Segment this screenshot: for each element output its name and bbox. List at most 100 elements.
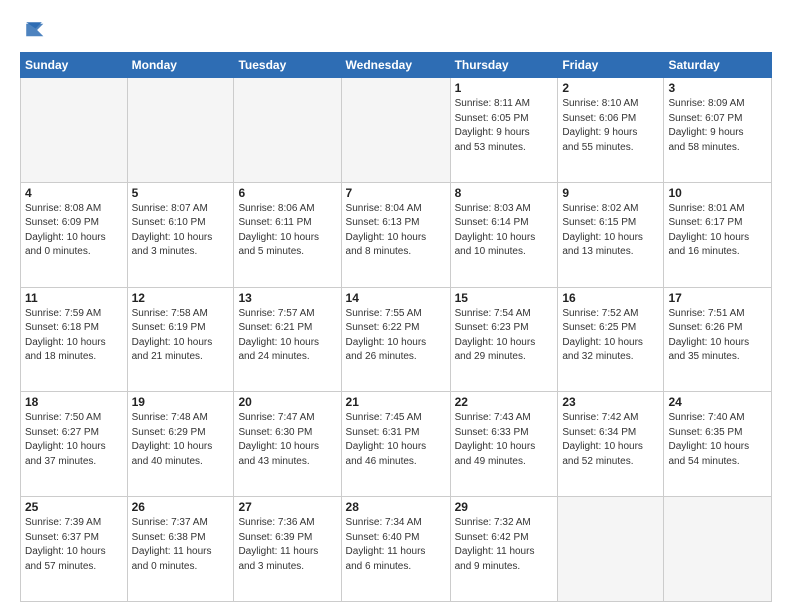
weekday-header-tuesday: Tuesday xyxy=(234,53,341,78)
day-info: Sunrise: 7:45 AMSunset: 6:31 PMDaylight:… xyxy=(346,411,446,469)
day-info: Sunrise: 8:04 AMSunset: 6:13 PMDaylight:… xyxy=(346,202,446,260)
day-info: Sunrise: 7:39 AMSunset: 6:37 PMDaylight:… xyxy=(25,516,123,574)
header xyxy=(20,16,772,44)
day-info: Sunrise: 7:50 AMSunset: 6:27 PMDaylight:… xyxy=(25,411,123,469)
day-number: 20 xyxy=(238,395,336,409)
day-info: Sunrise: 7:42 AMSunset: 6:34 PMDaylight:… xyxy=(562,411,659,469)
calendar-cell: 9 Sunrise: 8:02 AMSunset: 6:15 PMDaylight… xyxy=(558,182,664,287)
calendar-table: SundayMondayTuesdayWednesdayThursdayFrid… xyxy=(20,52,772,602)
calendar-cell: 13 Sunrise: 7:57 AMSunset: 6:21 PMDayligh… xyxy=(234,287,341,392)
calendar-cell: 20 Sunrise: 7:47 AMSunset: 6:30 PMDayligh… xyxy=(234,392,341,497)
day-number: 17 xyxy=(668,291,767,305)
day-info: Sunrise: 7:59 AMSunset: 6:18 PMDaylight:… xyxy=(25,307,123,365)
day-number: 7 xyxy=(346,186,446,200)
calendar-cell: 5Sunrise: 8:07 AMSunset: 6:10 PMDaylight… xyxy=(127,182,234,287)
weekday-header-wednesday: Wednesday xyxy=(341,53,450,78)
week-row-2: 4 Sunrise: 8:08 AMSunset: 6:09 PMDaylight… xyxy=(21,182,772,287)
day-info: Sunrise: 7:52 AMSunset: 6:25 PMDaylight:… xyxy=(562,307,659,365)
day-info: Sunrise: 7:58 AMSunset: 6:19 PMDaylight:… xyxy=(132,307,230,365)
calendar-cell: 21 Sunrise: 7:45 AMSunset: 6:31 PMDayligh… xyxy=(341,392,450,497)
weekday-header-thursday: Thursday xyxy=(450,53,558,78)
week-row-3: 11 Sunrise: 7:59 AMSunset: 6:18 PMDayligh… xyxy=(21,287,772,392)
calendar-cell: 22 Sunrise: 7:43 AMSunset: 6:33 PMDayligh… xyxy=(450,392,558,497)
day-number: 9 xyxy=(562,186,659,200)
day-number: 29 xyxy=(455,500,554,514)
calendar-cell: 2Sunrise: 8:10 AMSunset: 6:06 PMDaylight… xyxy=(558,78,664,183)
calendar-cell xyxy=(341,78,450,183)
day-number: 1 xyxy=(455,81,554,95)
calendar-cell xyxy=(127,78,234,183)
day-info: Sunrise: 7:36 AMSunset: 6:39 PMDaylight:… xyxy=(238,516,336,574)
day-number: 28 xyxy=(346,500,446,514)
day-number: 27 xyxy=(238,500,336,514)
weekday-header-row: SundayMondayTuesdayWednesdayThursdayFrid… xyxy=(21,53,772,78)
calendar-cell: 29Sunrise: 7:32 AMSunset: 6:42 PMDayligh… xyxy=(450,497,558,602)
day-info: Sunrise: 7:54 AMSunset: 6:23 PMDaylight:… xyxy=(455,307,554,365)
day-number: 8 xyxy=(455,186,554,200)
day-info: Sunrise: 7:34 AMSunset: 6:40 PMDaylight:… xyxy=(346,516,446,574)
page: SundayMondayTuesdayWednesdayThursdayFrid… xyxy=(0,0,792,612)
logo-icon xyxy=(20,16,48,44)
day-info: Sunrise: 8:09 AMSunset: 6:07 PMDaylight:… xyxy=(668,97,767,155)
weekday-header-saturday: Saturday xyxy=(664,53,772,78)
day-number: 10 xyxy=(668,186,767,200)
calendar-cell: 3 Sunrise: 8:09 AMSunset: 6:07 PMDaylight… xyxy=(664,78,772,183)
day-info: Sunrise: 8:03 AMSunset: 6:14 PMDaylight:… xyxy=(455,202,554,260)
day-info: Sunrise: 8:06 AMSunset: 6:11 PMDaylight:… xyxy=(238,202,336,260)
calendar-cell: 6 Sunrise: 8:06 AMSunset: 6:11 PMDaylight… xyxy=(234,182,341,287)
week-row-4: 18 Sunrise: 7:50 AMSunset: 6:27 PMDayligh… xyxy=(21,392,772,497)
day-info: Sunrise: 7:47 AMSunset: 6:30 PMDaylight:… xyxy=(238,411,336,469)
day-number: 18 xyxy=(25,395,123,409)
calendar-cell: 8 Sunrise: 8:03 AMSunset: 6:14 PMDaylight… xyxy=(450,182,558,287)
day-info: Sunrise: 7:43 AMSunset: 6:33 PMDaylight:… xyxy=(455,411,554,469)
day-info: Sunrise: 7:55 AMSunset: 6:22 PMDaylight:… xyxy=(346,307,446,365)
week-row-5: 25 Sunrise: 7:39 AMSunset: 6:37 PMDayligh… xyxy=(21,497,772,602)
calendar-cell: 4 Sunrise: 8:08 AMSunset: 6:09 PMDaylight… xyxy=(21,182,128,287)
day-number: 24 xyxy=(668,395,767,409)
day-info: Sunrise: 8:02 AMSunset: 6:15 PMDaylight:… xyxy=(562,202,659,260)
day-info: Sunrise: 8:08 AMSunset: 6:09 PMDaylight:… xyxy=(25,202,123,260)
calendar-cell: 1 Sunrise: 8:11 AMSunset: 6:05 PMDaylight… xyxy=(450,78,558,183)
calendar-cell: 26Sunrise: 7:37 AMSunset: 6:38 PMDayligh… xyxy=(127,497,234,602)
calendar-cell: 7 Sunrise: 8:04 AMSunset: 6:13 PMDaylight… xyxy=(341,182,450,287)
calendar-cell: 27 Sunrise: 7:36 AMSunset: 6:39 PMDayligh… xyxy=(234,497,341,602)
calendar-cell: 10Sunrise: 8:01 AMSunset: 6:17 PMDayligh… xyxy=(664,182,772,287)
day-info: Sunrise: 8:10 AMSunset: 6:06 PMDaylight:… xyxy=(562,97,659,155)
weekday-header-sunday: Sunday xyxy=(21,53,128,78)
calendar-cell xyxy=(664,497,772,602)
calendar-cell: 11 Sunrise: 7:59 AMSunset: 6:18 PMDayligh… xyxy=(21,287,128,392)
day-number: 16 xyxy=(562,291,659,305)
day-number: 12 xyxy=(132,291,230,305)
day-info: Sunrise: 7:37 AMSunset: 6:38 PMDaylight:… xyxy=(132,516,230,574)
calendar-cell: 18 Sunrise: 7:50 AMSunset: 6:27 PMDayligh… xyxy=(21,392,128,497)
day-number: 23 xyxy=(562,395,659,409)
day-number: 13 xyxy=(238,291,336,305)
day-number: 15 xyxy=(455,291,554,305)
calendar-cell: 28 Sunrise: 7:34 AMSunset: 6:40 PMDayligh… xyxy=(341,497,450,602)
calendar-cell xyxy=(558,497,664,602)
calendar-cell: 17 Sunrise: 7:51 AMSunset: 6:26 PMDayligh… xyxy=(664,287,772,392)
calendar-cell: 12 Sunrise: 7:58 AMSunset: 6:19 PMDayligh… xyxy=(127,287,234,392)
day-number: 25 xyxy=(25,500,123,514)
day-info: Sunrise: 7:40 AMSunset: 6:35 PMDaylight:… xyxy=(668,411,767,469)
calendar-cell: 19Sunrise: 7:48 AMSunset: 6:29 PMDayligh… xyxy=(127,392,234,497)
calendar-cell: 23 Sunrise: 7:42 AMSunset: 6:34 PMDayligh… xyxy=(558,392,664,497)
day-number: 19 xyxy=(132,395,230,409)
day-number: 6 xyxy=(238,186,336,200)
day-number: 11 xyxy=(25,291,123,305)
day-number: 3 xyxy=(668,81,767,95)
day-number: 4 xyxy=(25,186,123,200)
day-info: Sunrise: 7:57 AMSunset: 6:21 PMDaylight:… xyxy=(238,307,336,365)
weekday-header-friday: Friday xyxy=(558,53,664,78)
day-number: 22 xyxy=(455,395,554,409)
calendar-cell xyxy=(234,78,341,183)
day-info: Sunrise: 8:07 AMSunset: 6:10 PMDaylight:… xyxy=(132,202,230,260)
calendar-cell: 25 Sunrise: 7:39 AMSunset: 6:37 PMDayligh… xyxy=(21,497,128,602)
calendar-cell: 24 Sunrise: 7:40 AMSunset: 6:35 PMDayligh… xyxy=(664,392,772,497)
week-row-1: 1 Sunrise: 8:11 AMSunset: 6:05 PMDaylight… xyxy=(21,78,772,183)
weekday-header-monday: Monday xyxy=(127,53,234,78)
day-info: Sunrise: 8:11 AMSunset: 6:05 PMDaylight:… xyxy=(455,97,554,155)
day-number: 14 xyxy=(346,291,446,305)
day-info: Sunrise: 7:51 AMSunset: 6:26 PMDaylight:… xyxy=(668,307,767,365)
day-number: 21 xyxy=(346,395,446,409)
